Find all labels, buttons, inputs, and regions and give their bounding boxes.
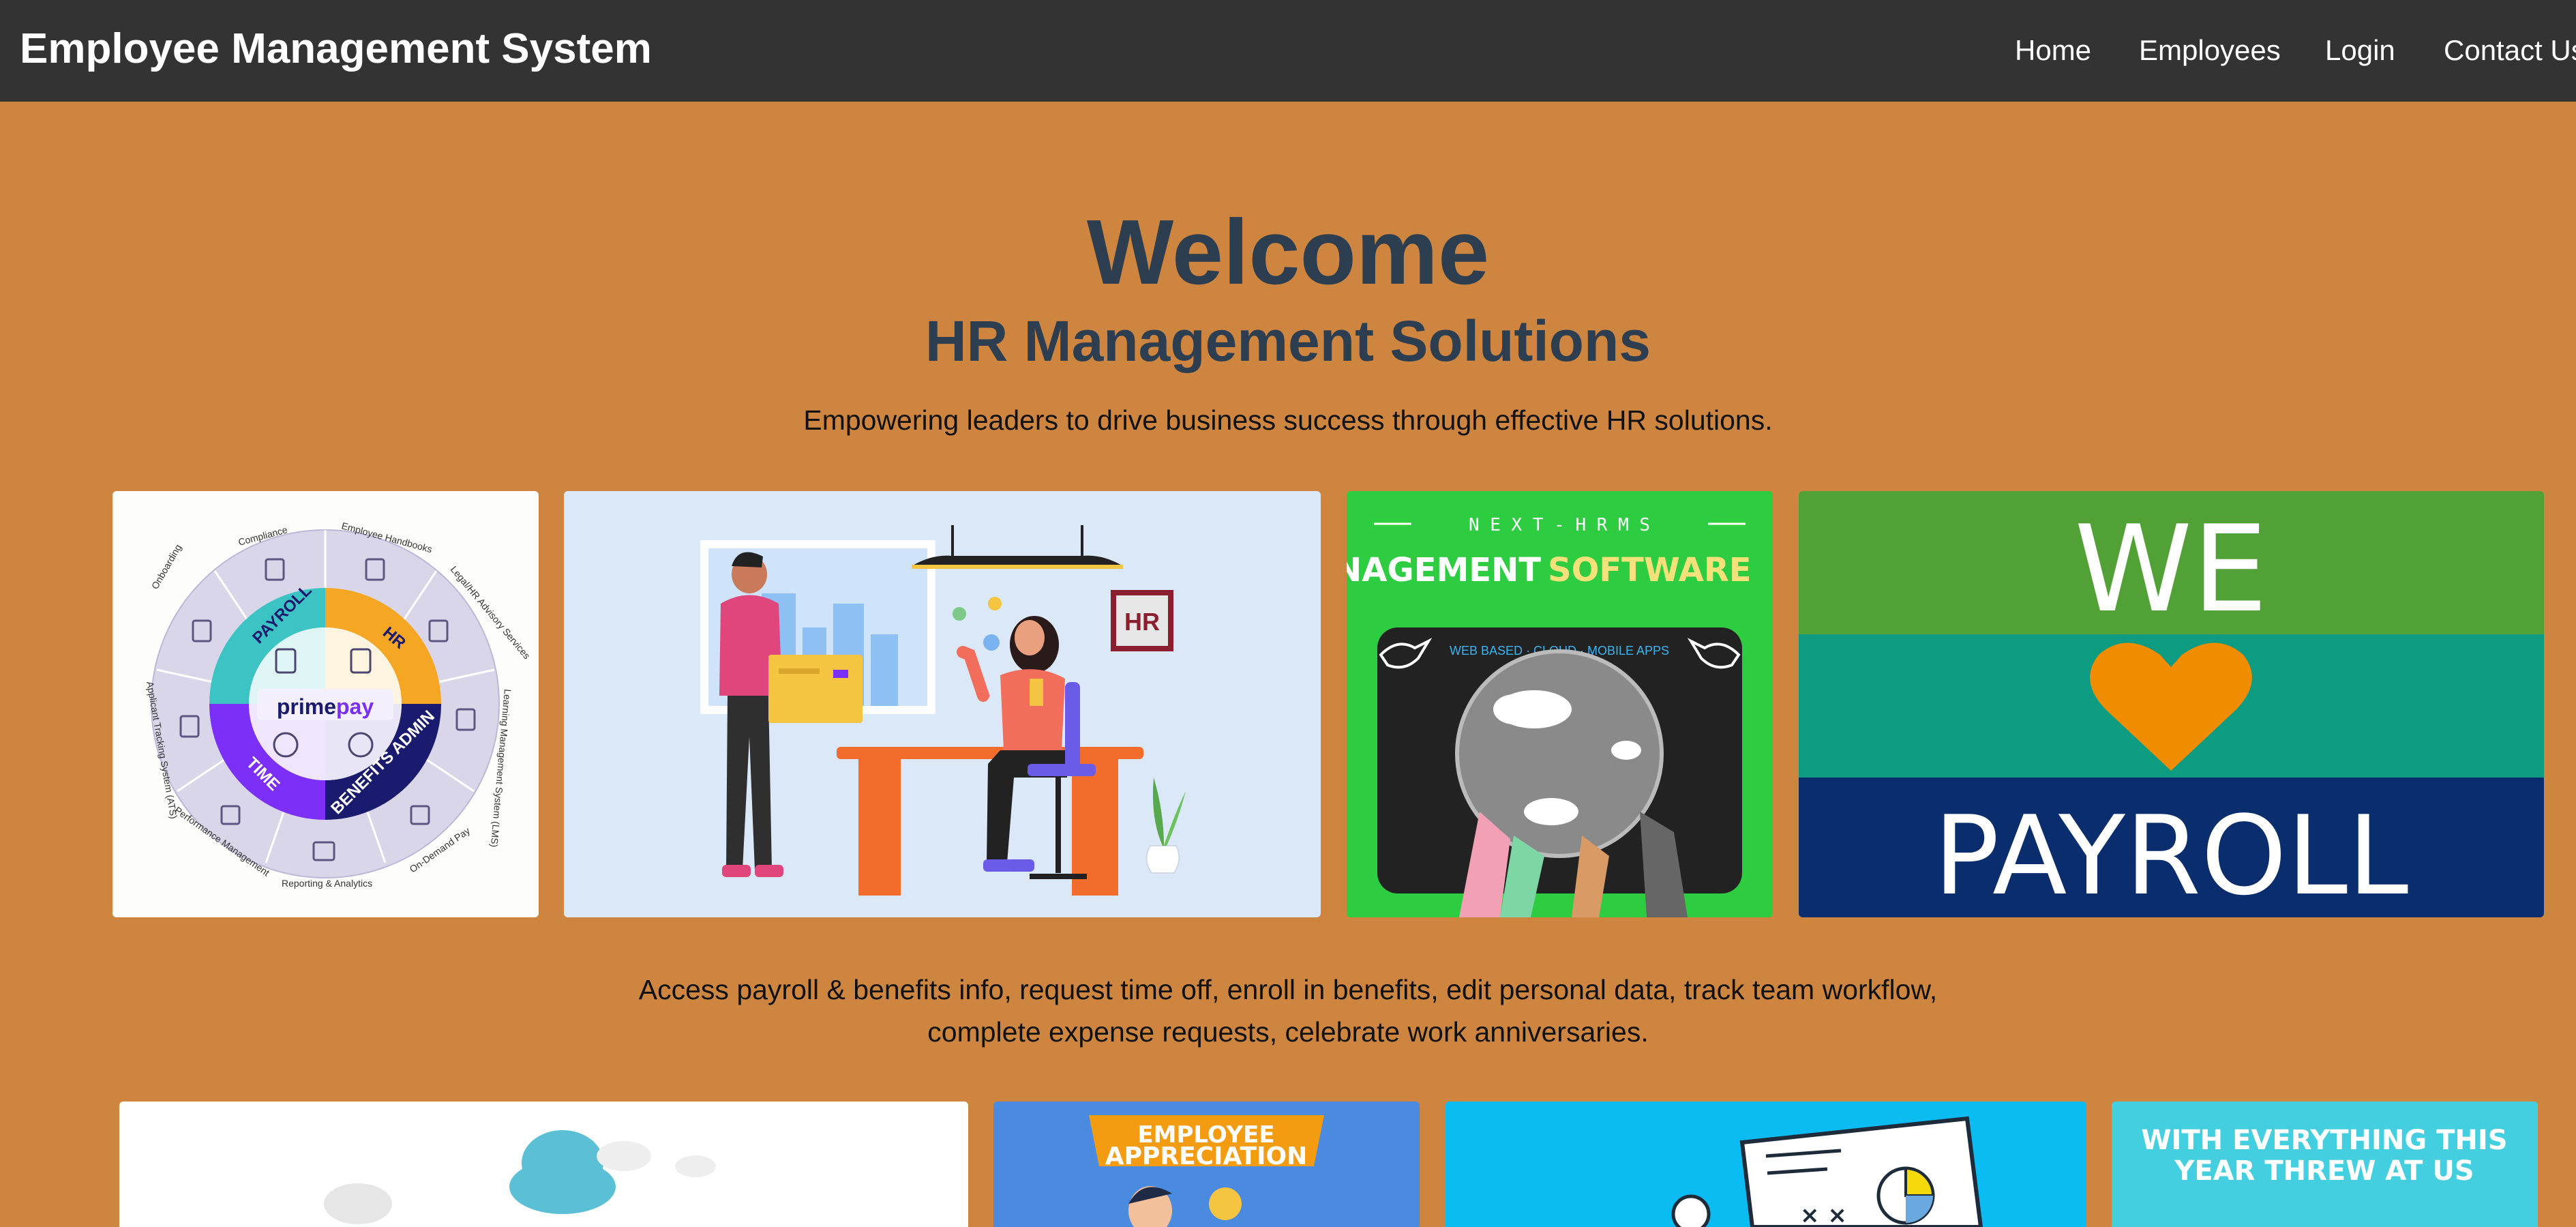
nav-link-contact-us[interactable]: Contact Us bbox=[2444, 34, 2576, 67]
chart-board-image: × × bbox=[1446, 1102, 2086, 1227]
hrms-top-label: N E X T - H R M S bbox=[1469, 515, 1650, 535]
info-text: Access payroll & benefits info, request … bbox=[0, 969, 2576, 1053]
wheel-brand-suffix: pay bbox=[336, 694, 374, 719]
hrms-title-yellow: SOFTWARE bbox=[1548, 551, 1752, 589]
page-subtitle: HR Management Solutions bbox=[925, 309, 1651, 373]
nav-link-employees[interactable]: Employees bbox=[2139, 34, 2281, 67]
year-recap-image: WITH EVERYTHING THIS YEAR THREW AT US bbox=[2112, 1102, 2538, 1227]
hrms-title-white: HR MANAGEMENT bbox=[1347, 551, 1541, 589]
nav-link-login[interactable]: Login bbox=[2325, 34, 2395, 67]
appreciation-line-2: APPRECIATION bbox=[1105, 1142, 1308, 1170]
wheel-brand-prefix: prime bbox=[277, 694, 336, 719]
nav-link-home[interactable]: Home bbox=[2015, 34, 2091, 67]
brand-title[interactable]: Employee Management System bbox=[20, 25, 652, 73]
hrms-software-image: N E X T - H R M S HR MANAGEMENT SOFTWARE… bbox=[1347, 491, 1773, 917]
payroll-label: PAYROLL bbox=[1934, 792, 2408, 917]
label-onboarding: Onboarding bbox=[149, 542, 183, 591]
we-label: WE bbox=[2074, 501, 2268, 639]
tagline: Empowering leaders to drive business suc… bbox=[803, 404, 1773, 436]
clouds-image bbox=[119, 1102, 968, 1227]
info-line-2: complete expense requests, celebrate wor… bbox=[927, 1016, 1649, 1048]
page-title: Welcome bbox=[1086, 201, 1490, 304]
primepay-wheel-image: primepay PAYROLL HR BENEFITS ADMIN TIME … bbox=[113, 491, 539, 917]
year-line-1: WITH EVERYTHING THIS bbox=[2141, 1125, 2507, 1156]
we-love-payroll-image: WE PAYROLL bbox=[1799, 491, 2544, 917]
svg-text:× ×: × × bbox=[1800, 1202, 1847, 1227]
office-illustration-image: HR bbox=[564, 491, 1321, 917]
navbar: Employee Management System Home Employee… bbox=[0, 0, 2576, 102]
year-line-2: YEAR THREW AT US bbox=[2174, 1155, 2474, 1187]
label-reporting: Reporting & Analytics bbox=[282, 878, 372, 889]
svg-text:primepay: primepay bbox=[277, 694, 374, 719]
info-line-1: Access payroll & benefits info, request … bbox=[638, 974, 1938, 1005]
hr-sign-label: HR bbox=[1124, 608, 1160, 636]
employee-appreciation-image: EMPLOYEE APPRECIATION bbox=[993, 1102, 1420, 1227]
